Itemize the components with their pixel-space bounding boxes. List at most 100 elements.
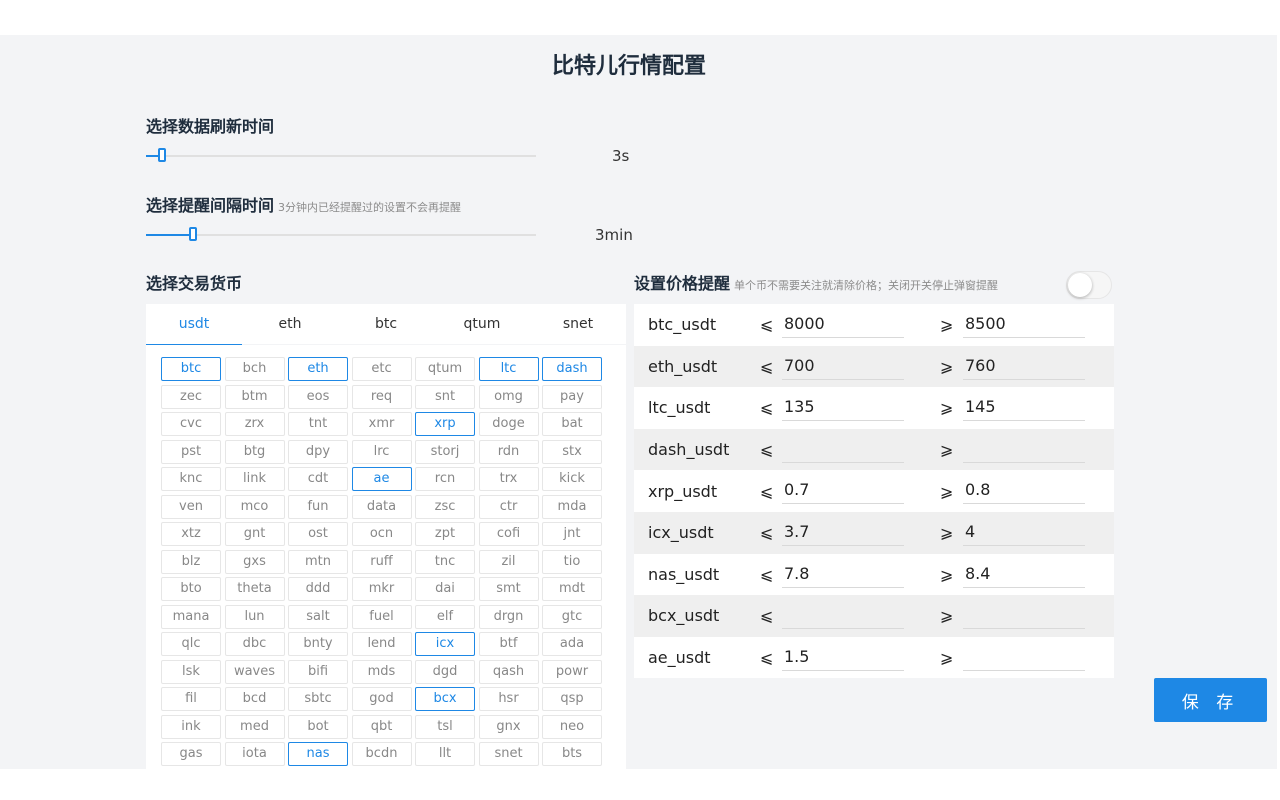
coin-chip-snet[interactable]: snet bbox=[478, 742, 539, 766]
coin-chip-tnc[interactable]: tnc bbox=[415, 549, 475, 574]
coin-chip-pay[interactable]: pay bbox=[542, 384, 602, 409]
coin-chip-qtum[interactable]: qtum bbox=[415, 357, 475, 381]
coin-chip-mdt[interactable]: mdt bbox=[542, 577, 602, 601]
coin-chip-xmr[interactable]: xmr bbox=[351, 412, 412, 436]
coin-chip-rcn[interactable]: rcn bbox=[415, 467, 475, 491]
coin-chip-trx[interactable]: trx bbox=[478, 467, 539, 491]
coin-chip-mkr[interactable]: mkr bbox=[351, 577, 412, 601]
coin-chip-sbtc[interactable]: sbtc bbox=[288, 687, 348, 711]
alert-high-input[interactable] bbox=[963, 393, 1085, 422]
coin-chip-mco[interactable]: mco bbox=[224, 494, 285, 519]
coin-chip-iota[interactable]: iota bbox=[224, 742, 285, 766]
coin-chip-omg[interactable]: omg bbox=[478, 384, 539, 409]
coin-chip-cvc[interactable]: cvc bbox=[161, 412, 221, 436]
coin-chip-storj[interactable]: storj bbox=[415, 439, 475, 464]
coin-chip-qsp[interactable]: qsp bbox=[542, 687, 602, 711]
coin-chip-cdt[interactable]: cdt bbox=[288, 467, 348, 491]
coin-chip-zrx[interactable]: zrx bbox=[224, 412, 285, 436]
coin-chip-data[interactable]: data bbox=[351, 494, 412, 519]
coin-chip-gxs[interactable]: gxs bbox=[224, 549, 285, 574]
refresh-time-slider[interactable] bbox=[146, 146, 536, 166]
alert-low-input[interactable] bbox=[782, 517, 904, 546]
coin-chip-elf[interactable]: elf bbox=[415, 604, 475, 629]
coin-chip-dai[interactable]: dai bbox=[415, 577, 475, 601]
alert-high-input[interactable] bbox=[963, 559, 1085, 588]
coin-chip-neo[interactable]: neo bbox=[542, 714, 602, 739]
coin-chip-dgd[interactable]: dgd bbox=[415, 659, 475, 684]
coin-chip-smt[interactable]: smt bbox=[478, 577, 539, 601]
coin-chip-powr[interactable]: powr bbox=[542, 659, 602, 684]
coin-chip-etc[interactable]: etc bbox=[351, 357, 412, 381]
tab-qtum[interactable]: qtum bbox=[434, 304, 530, 344]
coin-chip-tnt[interactable]: tnt bbox=[288, 412, 348, 436]
coin-chip-dpy[interactable]: dpy bbox=[288, 439, 348, 464]
coin-chip-bcd[interactable]: bcd bbox=[224, 687, 285, 711]
coin-chip-doge[interactable]: doge bbox=[478, 412, 539, 436]
coin-chip-qash[interactable]: qash bbox=[478, 659, 539, 684]
coin-chip-jnt[interactable]: jnt bbox=[542, 522, 602, 546]
coin-chip-bat[interactable]: bat bbox=[542, 412, 602, 436]
coin-chip-theta[interactable]: theta bbox=[224, 577, 285, 601]
coin-chip-gnx[interactable]: gnx bbox=[478, 714, 539, 739]
alert-low-input[interactable] bbox=[782, 476, 904, 505]
alert-low-input[interactable] bbox=[782, 642, 904, 671]
coin-chip-link[interactable]: link bbox=[224, 467, 285, 491]
interval-time-slider[interactable] bbox=[146, 225, 536, 245]
coin-chip-eth[interactable]: eth bbox=[288, 357, 348, 381]
coin-chip-lun[interactable]: lun bbox=[224, 604, 285, 629]
alert-low-input[interactable] bbox=[782, 559, 904, 588]
coin-chip-xrp[interactable]: xrp bbox=[415, 412, 475, 436]
coin-chip-mds[interactable]: mds bbox=[351, 659, 412, 684]
coin-chip-mtn[interactable]: mtn bbox=[288, 549, 348, 574]
alert-high-input[interactable] bbox=[963, 476, 1085, 505]
coin-chip-fuel[interactable]: fuel bbox=[351, 604, 412, 629]
coin-chip-rdn[interactable]: rdn bbox=[478, 439, 539, 464]
coin-chip-gtc[interactable]: gtc bbox=[542, 604, 602, 629]
coin-chip-kick[interactable]: kick bbox=[542, 467, 602, 491]
coin-chip-blz[interactable]: blz bbox=[161, 549, 221, 574]
coin-chip-eos[interactable]: eos bbox=[288, 384, 348, 409]
coin-chip-ae[interactable]: ae bbox=[351, 467, 412, 491]
coin-chip-xtz[interactable]: xtz bbox=[161, 522, 221, 546]
alert-low-input[interactable] bbox=[782, 601, 904, 630]
coin-chip-mda[interactable]: mda bbox=[542, 494, 602, 519]
tab-snet[interactable]: snet bbox=[530, 304, 626, 344]
coin-chip-lsk[interactable]: lsk bbox=[161, 659, 221, 684]
alert-high-input[interactable] bbox=[963, 434, 1085, 463]
coin-chip-bot[interactable]: bot bbox=[288, 714, 348, 739]
coin-chip-gnt[interactable]: gnt bbox=[224, 522, 285, 546]
coin-chip-waves[interactable]: waves bbox=[224, 659, 285, 684]
coin-chip-bcx[interactable]: bcx bbox=[415, 687, 475, 711]
coin-chip-bnty[interactable]: bnty bbox=[288, 632, 348, 656]
slider-handle[interactable] bbox=[158, 148, 166, 162]
coin-chip-ocn[interactable]: ocn bbox=[351, 522, 412, 546]
coin-chip-btc[interactable]: btc bbox=[161, 357, 221, 381]
alert-high-input[interactable] bbox=[963, 642, 1085, 671]
coin-chip-stx[interactable]: stx bbox=[542, 439, 602, 464]
coin-chip-btf[interactable]: btf bbox=[478, 632, 539, 656]
coin-chip-ada[interactable]: ada bbox=[542, 632, 602, 656]
coin-chip-qbt[interactable]: qbt bbox=[351, 714, 412, 739]
alert-high-input[interactable] bbox=[963, 517, 1085, 546]
coin-chip-zpt[interactable]: zpt bbox=[415, 522, 475, 546]
coin-chip-ink[interactable]: ink bbox=[161, 714, 221, 739]
alert-low-input[interactable] bbox=[782, 351, 904, 380]
coin-chip-ven[interactable]: ven bbox=[161, 494, 221, 519]
coin-chip-llt[interactable]: llt bbox=[415, 742, 475, 766]
alert-popup-toggle[interactable] bbox=[1066, 271, 1112, 299]
tab-eth[interactable]: eth bbox=[242, 304, 338, 344]
coin-chip-lrc[interactable]: lrc bbox=[351, 439, 412, 464]
coin-chip-nas[interactable]: nas bbox=[288, 742, 348, 766]
alert-low-input[interactable] bbox=[782, 310, 904, 338]
coin-chip-mana[interactable]: mana bbox=[161, 604, 221, 629]
coin-chip-bto[interactable]: bto bbox=[161, 577, 221, 601]
coin-chip-cofi[interactable]: cofi bbox=[478, 522, 539, 546]
coin-chip-bifi[interactable]: bifi bbox=[288, 659, 348, 684]
alert-high-input[interactable] bbox=[963, 351, 1085, 380]
coin-chip-god[interactable]: god bbox=[351, 687, 412, 711]
alert-high-input[interactable] bbox=[963, 601, 1085, 630]
save-button[interactable]: 保 存 bbox=[1154, 678, 1267, 722]
alert-low-input[interactable] bbox=[782, 393, 904, 422]
coin-chip-pst[interactable]: pst bbox=[161, 439, 221, 464]
coin-chip-req[interactable]: req bbox=[351, 384, 412, 409]
